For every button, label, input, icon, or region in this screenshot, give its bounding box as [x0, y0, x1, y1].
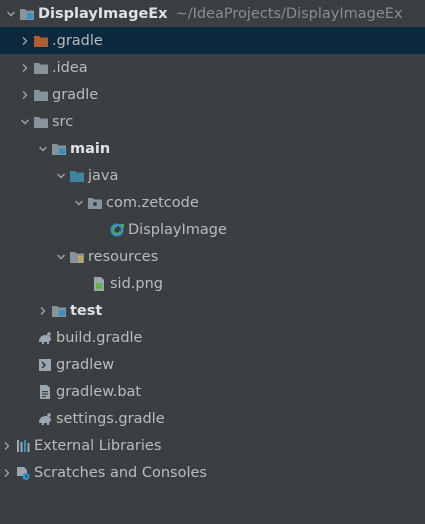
tree-node-idea[interactable]: .idea	[0, 54, 425, 81]
tree-node-label: main	[70, 140, 111, 157]
tree-node-build-gradle[interactable]: build.gradle	[0, 324, 425, 351]
chevron-right-icon[interactable]	[0, 432, 14, 459]
project-tree: DisplayImageEx ~/IdeaProjects/DisplayIma…	[0, 0, 425, 524]
chevron-down-icon[interactable]	[72, 189, 86, 216]
tree-node-java[interactable]: java	[0, 162, 425, 189]
tree-node-displayimage[interactable]: DisplayImage	[0, 216, 425, 243]
folder-icon-excluded	[32, 32, 50, 50]
tree-node-resources[interactable]: resources	[0, 243, 425, 270]
chevron-down-icon[interactable]	[54, 243, 68, 270]
tree-node-label: Scratches and Consoles	[34, 464, 207, 481]
tree-node-main[interactable]: main	[0, 135, 425, 162]
chevron-down-icon[interactable]	[36, 135, 50, 162]
tree-node-label: DisplayImage	[128, 221, 227, 238]
libraries-icon	[14, 437, 32, 455]
tree-node-external-libraries[interactable]: External Libraries	[0, 432, 425, 459]
folder-icon	[32, 59, 50, 77]
tree-node-gradle[interactable]: gradle	[0, 81, 425, 108]
resources-folder-icon	[68, 248, 86, 266]
chevron-down-icon[interactable]	[54, 162, 68, 189]
gradle-icon	[36, 410, 54, 428]
tree-node-sid-png[interactable]: sid.png	[0, 270, 425, 297]
package-icon	[86, 194, 104, 212]
chevron-right-icon[interactable]	[0, 459, 14, 486]
chevron-down-icon[interactable]	[4, 0, 18, 27]
tree-node-label: test	[70, 302, 103, 319]
tree-node-label: com.zetcode	[106, 194, 199, 211]
tree-node-label: settings.gradle	[56, 410, 165, 427]
tree-node-src[interactable]: src	[0, 108, 425, 135]
tree-node-settings-gradle[interactable]: settings.gradle	[0, 405, 425, 432]
tree-node-label: resources	[88, 248, 159, 265]
tree-node-project-root[interactable]: DisplayImageEx ~/IdeaProjects/DisplayIma…	[0, 0, 425, 27]
tree-node-label: sid.png	[110, 275, 163, 292]
scratches-icon	[14, 464, 32, 482]
tree-node-label: gradlew.bat	[56, 383, 142, 400]
tree-node-label: gradle	[52, 86, 99, 103]
chevron-right-icon[interactable]	[36, 297, 50, 324]
tree-node-gradlew-bat[interactable]: gradlew.bat	[0, 378, 425, 405]
tree-node-label: .idea	[52, 59, 88, 76]
chevron-down-icon[interactable]	[18, 108, 32, 135]
gradle-icon	[36, 329, 54, 347]
project-name: DisplayImageEx	[38, 5, 168, 22]
chevron-right-icon[interactable]	[18, 81, 32, 108]
java-class-icon	[108, 221, 126, 239]
text-file-icon	[36, 383, 54, 401]
tree-node-label: build.gradle	[56, 329, 143, 346]
tree-node-package[interactable]: com.zetcode	[0, 189, 425, 216]
folder-icon	[32, 86, 50, 104]
tree-node-test[interactable]: test	[0, 297, 425, 324]
folder-icon	[32, 113, 50, 131]
chevron-right-icon[interactable]	[18, 27, 32, 54]
tree-node-scratches[interactable]: Scratches and Consoles	[0, 459, 425, 486]
project-folder-icon	[18, 5, 36, 23]
module-folder-icon	[50, 302, 68, 320]
tree-node-label: .gradle	[52, 32, 103, 49]
tree-node-gradle-cache[interactable]: .gradle	[0, 27, 425, 54]
tree-node-gradlew[interactable]: gradlew	[0, 351, 425, 378]
source-folder-icon	[68, 167, 86, 185]
tree-node-label: gradlew	[56, 356, 115, 373]
tree-node-label: src	[52, 113, 74, 130]
tree-node-label: java	[88, 167, 119, 184]
image-file-icon	[90, 275, 108, 293]
project-path: ~/IdeaProjects/DisplayImageEx	[175, 5, 403, 22]
terminal-file-icon	[36, 356, 54, 374]
module-folder-icon	[50, 140, 68, 158]
tree-node-label: External Libraries	[34, 437, 162, 454]
chevron-right-icon[interactable]	[18, 54, 32, 81]
